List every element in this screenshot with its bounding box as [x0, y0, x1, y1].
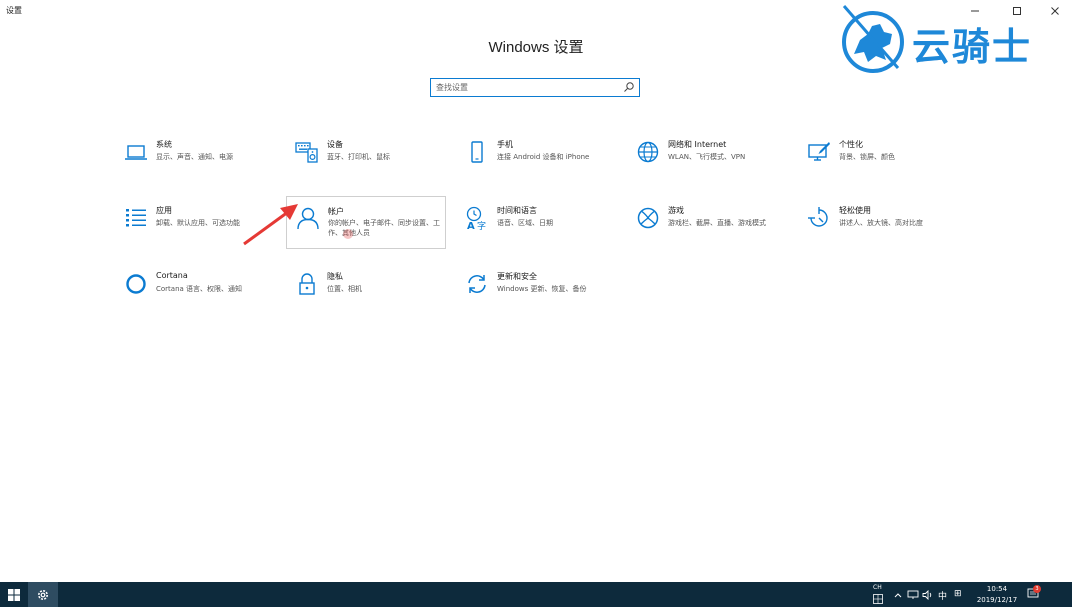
tile-title: 网络和 Internet [668, 140, 727, 149]
mouse-cursor [343, 229, 353, 239]
windows-logo-icon [8, 588, 20, 601]
volume-icon[interactable] [922, 590, 934, 600]
tile-title: 轻松使用 [839, 206, 871, 215]
tile-description: 讲述人、放大镜、高对比度 [839, 219, 923, 227]
tile-description: 语音、区域、日期 [497, 219, 553, 227]
svg-text:A: A [467, 221, 475, 230]
taskbar: CH 中 ⊞ 10:54 2019/12/17 3 [0, 582, 1072, 607]
ime-mode[interactable]: 中 [938, 589, 947, 602]
tile-description: 蓝牙、打印机、鼠标 [327, 153, 390, 161]
cortana-icon [126, 274, 146, 294]
tile-title: 更新和安全 [497, 272, 537, 281]
search-box[interactable] [430, 78, 640, 97]
xbox-icon [637, 207, 659, 229]
tile-ease-of-access[interactable]: 轻松使用 讲述人、放大镜、高对比度 [798, 200, 958, 252]
tile-title: 时间和语言 [497, 206, 537, 215]
tile-title: 个性化 [839, 140, 863, 149]
tile-time-language[interactable]: A 字 时间和语言 语音、区域、日期 [456, 200, 616, 252]
tile-cortana[interactable]: Cortana Cortana 语言、权限、通知 [115, 266, 275, 318]
tile-update-security[interactable]: 更新和安全 Windows 更新、恢复、备份 [456, 266, 616, 318]
page-title: Windows 设置 [488, 39, 584, 56]
search-icon[interactable] [623, 81, 635, 93]
svg-text:字: 字 [477, 220, 486, 230]
tile-personalization[interactable]: 个性化 背景、锁屏、颜色 [798, 134, 958, 186]
tile-title: 设备 [327, 140, 343, 149]
clock-date: 2019/12/17 [976, 596, 1018, 604]
tile-title: 游戏 [668, 206, 684, 215]
tile-title: Cortana [156, 271, 188, 280]
lock-icon [299, 273, 315, 295]
start-button[interactable] [0, 582, 28, 607]
gear-icon [38, 589, 48, 600]
ease-of-access-icon [808, 207, 828, 227]
paintbrush-icon [808, 142, 830, 161]
ime-extra[interactable]: ⊞ [954, 589, 962, 599]
network-icon[interactable] [907, 590, 919, 600]
tile-title: 隐私 [327, 272, 343, 281]
tile-devices[interactable]: 设备 蓝牙、打印机、鼠标 [286, 134, 446, 186]
red-arrow-annotation-icon [243, 204, 298, 246]
taskbar-settings-app[interactable] [28, 582, 58, 607]
laptop-icon [125, 145, 147, 160]
apps-list-icon [126, 209, 146, 227]
tile-description: WLAN、飞行模式、VPN [668, 153, 746, 161]
tile-gaming[interactable]: 游戏 游戏栏、截屏、直播、游戏模式 [627, 200, 787, 252]
tile-description: 背景、锁屏、颜色 [839, 153, 895, 161]
keyboard-grid-icon[interactable] [873, 594, 883, 604]
tile-description: 连接 Android 设备和 iPhone [497, 153, 590, 161]
tile-description: 显示、声音、通知、电源 [156, 153, 233, 161]
tile-title: 手机 [497, 140, 513, 149]
sync-icon [468, 275, 486, 293]
taskbar-clock[interactable]: 10:54 2019/12/17 [972, 584, 1022, 606]
phone-icon [471, 141, 483, 163]
search-input[interactable] [436, 80, 616, 94]
tile-phone[interactable]: 手机 连接 Android 设备和 iPhone [456, 134, 616, 186]
time-language-icon: A 字 [466, 206, 486, 230]
tile-system[interactable]: 系统 显示、声音、通知、电源 [115, 134, 275, 186]
clock-time: 10:54 [986, 585, 1008, 593]
tile-network[interactable]: 网络和 Internet WLAN、飞行模式、VPN [627, 134, 787, 186]
tile-accounts[interactable]: 帐户 你的帐户、电子邮件、同步设置、工作、其他人员 [286, 196, 446, 249]
tile-title: 系统 [156, 140, 172, 149]
notification-badge: 3 [1033, 585, 1041, 593]
tile-description: Cortana 语言、权限、通知 [156, 285, 243, 293]
tile-description: 游戏栏、截屏、直播、游戏模式 [668, 219, 766, 227]
window-title: 设置 [6, 6, 22, 15]
tile-title: 应用 [156, 206, 172, 215]
keyboard-speaker-icon [295, 142, 318, 163]
tile-title: 帐户 [328, 207, 344, 216]
tile-description: 位置、相机 [327, 285, 362, 293]
tile-privacy[interactable]: 隐私 位置、相机 [286, 266, 446, 318]
chevron-up-icon[interactable] [892, 590, 904, 600]
globe-icon [637, 141, 659, 163]
tile-description: Windows 更新、恢复、备份 [497, 285, 587, 293]
